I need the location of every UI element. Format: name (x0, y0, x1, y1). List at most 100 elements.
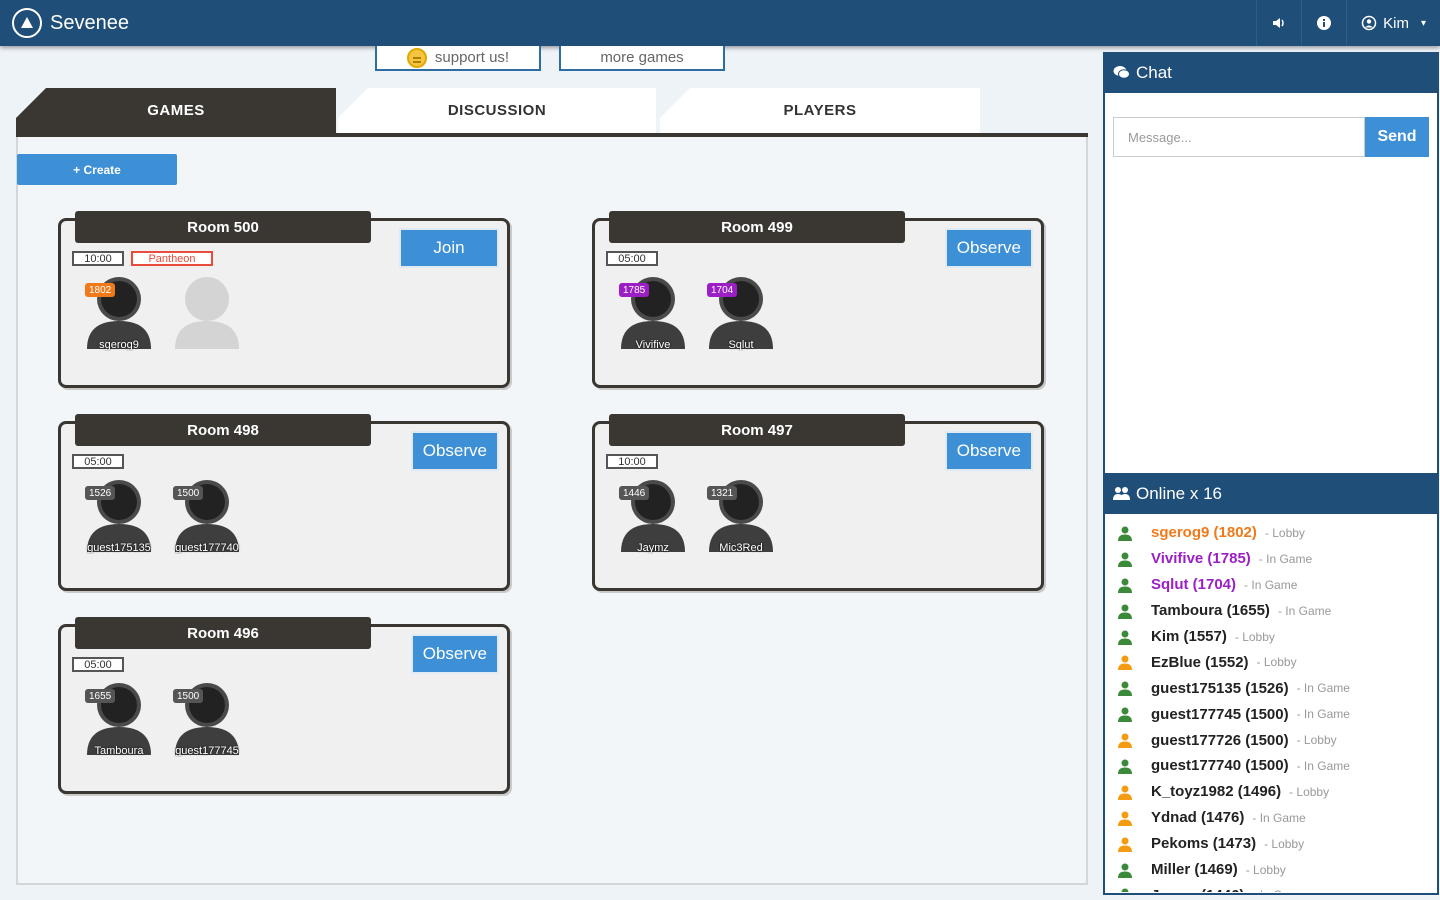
player-seat[interactable]: 1500 guest177740 (169, 476, 245, 560)
support-label: support us! (434, 49, 510, 66)
player-seat[interactable]: 1802 sgerog9 (81, 273, 157, 357)
coin-icon (406, 47, 427, 68)
logo-icon (12, 8, 42, 38)
online-user-row[interactable]: guest175135 (1526) - In Game (1113, 675, 1433, 701)
online-title: Online x 16 (1136, 483, 1222, 503)
player-name: sgerog9 (99, 339, 139, 351)
empty-avatar-icon (175, 277, 239, 349)
online-user-row[interactable]: Miller (1469) - Lobby (1113, 857, 1433, 883)
room-card: Room 497 Observe 10:00 1446 Jaymz 1321 M… (592, 414, 1044, 591)
online-user-row[interactable]: sgerog9 (1802) - Lobby (1113, 520, 1433, 546)
online-user-status: - Lobby (1264, 836, 1305, 851)
player-seat[interactable]: 1500 guest177745 (169, 679, 245, 763)
online-user-row[interactable]: Kim (1557) - Lobby (1113, 624, 1433, 650)
online-header: Online x 16 (1103, 473, 1439, 514)
join-button[interactable]: Join (399, 228, 499, 268)
online-user-status: - In Game (1296, 681, 1350, 696)
info-button[interactable] (1301, 0, 1346, 46)
user-icon (1118, 707, 1132, 723)
player-rating: 1500 (173, 486, 204, 500)
player-seat[interactable]: 1446 Jaymz (615, 476, 691, 560)
online-user-name: K_toyz1982 (1496) (1151, 783, 1282, 801)
online-user-row[interactable]: Jaymz (1446) - In Game (1113, 882, 1433, 892)
online-user-status: - In Game (1296, 758, 1350, 773)
user-menu[interactable]: Kim ▾ (1346, 0, 1440, 46)
user-icon (1118, 630, 1132, 645)
observe-button[interactable]: Observe (410, 431, 499, 471)
online-user-row[interactable]: Sqlut (1704) - In Game (1113, 572, 1433, 598)
room-title: Room 500 (75, 211, 371, 243)
tab-discussion[interactable]: DISCUSSION (338, 88, 656, 133)
online-user-name: Pekoms (1473) (1151, 835, 1257, 853)
online-user-row[interactable]: guest177745 (1500) - In Game (1113, 701, 1433, 727)
player-name: Mic3Red (719, 542, 763, 554)
room-time: 10:00 (606, 454, 658, 469)
player-name: Sqlut (728, 339, 754, 351)
online-user-row[interactable]: Ydnad (1476) - In Game (1113, 805, 1433, 831)
online-user-name: Miller (1469) (1151, 861, 1238, 879)
online-user-name: guest177740 (1500) (1151, 757, 1289, 775)
user-icon (1118, 578, 1132, 593)
room-time: 10:00 (72, 251, 124, 266)
online-user-status: - In Game (1252, 810, 1306, 825)
player-seat[interactable]: 1655 Tamboura (81, 679, 157, 763)
player-seat[interactable]: 1704 Sqlut (703, 273, 779, 357)
room-title: Room 498 (75, 414, 371, 446)
more-games-label: more games (600, 49, 684, 66)
brand[interactable]: Sevenee (12, 6, 129, 40)
player-name: Jaymz (637, 542, 669, 554)
online-user-row[interactable]: guest177726 (1500) - Lobby (1113, 727, 1433, 753)
support-link[interactable]: support us! (375, 46, 541, 71)
player-name: guest175135 (87, 542, 151, 554)
online-user-status: - In Game (1244, 577, 1298, 592)
online-user-row[interactable]: EzBlue (1552) - Lobby (1113, 649, 1433, 675)
send-button[interactable]: Send (1365, 117, 1429, 157)
online-user-row[interactable]: Tamboura (1655) - In Game (1113, 598, 1433, 624)
player-rating: 1655 (85, 689, 116, 703)
online-user-name: guest177726 (1500) (1151, 731, 1289, 749)
user-icon (1118, 552, 1132, 567)
room-title: Room 496 (75, 617, 371, 649)
observe-button[interactable]: Observe (944, 228, 1033, 268)
player-rating: 1785 (619, 283, 650, 297)
player-name: guest177740 (175, 542, 239, 554)
player-seat[interactable]: 1785 Vivifive (615, 273, 691, 357)
tab-players[interactable]: PLAYERS (660, 88, 980, 133)
empty-seat[interactable] (169, 273, 245, 357)
chat-title: Chat (1136, 62, 1172, 82)
player-rating: 1446 (619, 486, 650, 500)
room-time: 05:00 (72, 657, 124, 672)
sound-button[interactable] (1256, 0, 1301, 46)
more-games-link[interactable]: more games (559, 46, 725, 71)
online-user-name: Sqlut (1704) (1151, 576, 1237, 594)
online-user-row[interactable]: guest177740 (1500) - In Game (1113, 753, 1433, 779)
player-rating: 1500 (173, 689, 204, 703)
online-user-status: - In Game (1252, 888, 1305, 892)
tab-games[interactable]: GAMES (16, 88, 336, 133)
online-user-name: Vivifive (1785) (1151, 550, 1251, 568)
online-user-row[interactable]: K_toyz1982 (1496) - Lobby (1113, 779, 1433, 805)
online-user-status: - Lobby (1245, 862, 1286, 877)
player-rating: 1526 (85, 486, 116, 500)
online-user-row[interactable]: Vivifive (1785) - In Game (1113, 546, 1433, 572)
create-room-button[interactable]: + Create (17, 154, 177, 185)
app-name: Sevenee (50, 11, 129, 34)
online-user-row[interactable]: Pekoms (1473) - Lobby (1113, 831, 1433, 857)
observe-button[interactable]: Observe (944, 431, 1033, 471)
chat-message-input[interactable]: Message... (1113, 117, 1365, 157)
room-card: Room 499 Observe 05:00 1785 Vivifive 170… (592, 211, 1044, 388)
user-name: Kim (1383, 14, 1409, 32)
online-user-list: sgerog9 (1802) - Lobby Vivifive (1785) - In… (1113, 520, 1433, 892)
users-icon (1113, 487, 1130, 500)
room-tag: Pantheon (131, 251, 213, 266)
room-title: Room 499 (609, 211, 905, 243)
online-user-status: - Lobby (1264, 525, 1305, 540)
player-rating: 1704 (707, 283, 738, 297)
player-seat[interactable]: 1321 Mic3Red (703, 476, 779, 560)
room-card: Room 500 Join 10:00 Pantheon 1802 sgerog… (58, 211, 510, 388)
volume-icon (1273, 18, 1284, 28)
user-circle-icon (1361, 15, 1377, 31)
player-seat[interactable]: 1526 guest175135 (81, 476, 157, 560)
user-icon (1118, 604, 1132, 619)
observe-button[interactable]: Observe (410, 634, 499, 674)
